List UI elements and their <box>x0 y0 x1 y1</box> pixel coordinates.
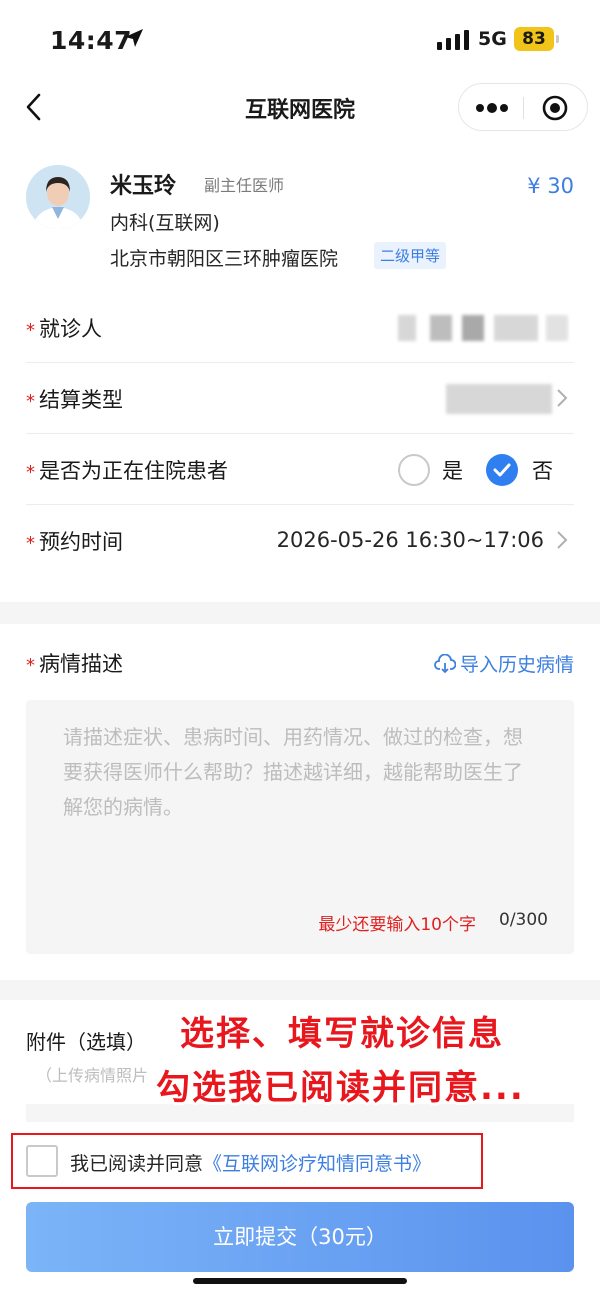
status-time: 14:47 <box>50 26 133 55</box>
import-history-link[interactable]: 导入历史病情 <box>434 650 574 677</box>
section-divider <box>0 602 600 624</box>
hospital-level-badge: 二级甲等 <box>374 242 447 269</box>
settlement-label: * 结算类型 <box>26 384 123 414</box>
required-mark: * <box>26 533 35 554</box>
consent-document-link[interactable]: 《互联网诊疗知情同意书》 <box>203 1153 431 1175</box>
inpatient-no-label[interactable]: 否 <box>532 455 553 485</box>
description-label: * 病情描述 <box>26 648 123 678</box>
miniprogram-capsule <box>458 83 588 131</box>
checkmark-icon <box>493 463 511 477</box>
more-icon[interactable] <box>473 98 511 118</box>
inpatient-label: * 是否为正在住院患者 <box>26 455 228 485</box>
patient-label: * 就诊人 <box>26 313 102 343</box>
location-arrow-icon <box>125 29 143 47</box>
attachment-hint: （上传病情照片 <box>36 1066 149 1085</box>
description-label-text: 病情描述 <box>39 652 123 676</box>
required-mark: * <box>26 655 35 676</box>
inpatient-yes-radio[interactable] <box>398 454 430 486</box>
agreement-checkbox[interactable] <box>26 1145 58 1177</box>
import-history-label: 导入历史病情 <box>459 654 574 676</box>
doctor-avatar <box>26 165 90 229</box>
chevron-right-icon <box>557 531 568 549</box>
submit-button[interactable]: 立即提交（30元） <box>26 1202 574 1272</box>
consult-price: ¥ 30 <box>527 174 574 198</box>
doctor-card: 米玉玲 副主任医师 ¥ 30 内科(互联网) 北京市朝阳区三环肿瘤医院 二级甲等 <box>0 160 600 280</box>
char-counter: 0/300 <box>499 910 548 930</box>
doctor-hospital: 北京市朝阳区三环肿瘤医院 <box>110 248 339 270</box>
status-bar: 14:47 5G 83 <box>0 0 600 78</box>
network-type: 5G <box>478 28 507 50</box>
appointment-label: * 预约时间 <box>26 526 123 556</box>
inpatient-yes-label[interactable]: 是 <box>442 455 463 485</box>
settlement-label-text: 结算类型 <box>39 388 123 412</box>
appointment-value: 2026-05-26 16:30~17:06 <box>276 528 544 552</box>
battery-tip <box>556 35 559 43</box>
required-mark: * <box>26 391 35 412</box>
settlement-type-row[interactable]: * 结算类型 <box>26 364 574 434</box>
annotation-line-2: 勾选我已阅读并同意... <box>156 1068 525 1108</box>
doctor-department: 内科(互联网) <box>110 212 220 234</box>
annotation-line-1: 选择、填写就诊信息 <box>180 1014 504 1054</box>
doctor-title: 副主任医师 <box>204 176 285 195</box>
inpatient-no-radio[interactable] <box>486 454 518 486</box>
agreement-text: 我已阅读并同意《互联网诊疗知情同意书》 <box>70 1149 431 1176</box>
chevron-right-icon <box>557 389 568 407</box>
battery-icon: 83 <box>514 27 554 51</box>
capsule-divider <box>523 97 524 119</box>
nav-bar: 互联网医院 <box>0 78 600 136</box>
home-indicator <box>193 1278 407 1284</box>
description-placeholder: 请描述症状、患病时间、用药情况、做过的检查，想要获得医师什么帮助？描述越详细，越… <box>63 725 523 819</box>
required-mark: * <box>26 462 35 483</box>
close-target-icon[interactable] <box>541 94 569 122</box>
cellular-signal-icon <box>437 30 469 50</box>
appointment-label-text: 预约时间 <box>39 530 123 554</box>
doctor-name: 米玉玲 <box>110 174 177 199</box>
patient-row[interactable]: * 就诊人 <box>26 293 574 363</box>
agreement-label: 我已阅读并同意 <box>70 1153 204 1175</box>
required-mark: * <box>26 320 35 341</box>
description-textarea[interactable]: 请描述症状、患病时间、用药情况、做过的检查，想要获得医师什么帮助？描述越详细，越… <box>26 700 574 954</box>
min-length-hint: 最少还要输入10个字 <box>318 915 476 935</box>
patient-label-text: 就诊人 <box>39 317 102 341</box>
appointment-row[interactable]: * 预约时间 2026-05-26 16:30~17:06 <box>26 506 574 576</box>
attachment-label: 附件（选填） <box>26 1030 146 1054</box>
inpatient-row: * 是否为正在住院患者 是 否 <box>26 435 574 505</box>
cloud-download-icon <box>434 653 457 674</box>
inpatient-label-text: 是否为正在住院患者 <box>39 459 228 483</box>
section-divider <box>0 980 600 1000</box>
